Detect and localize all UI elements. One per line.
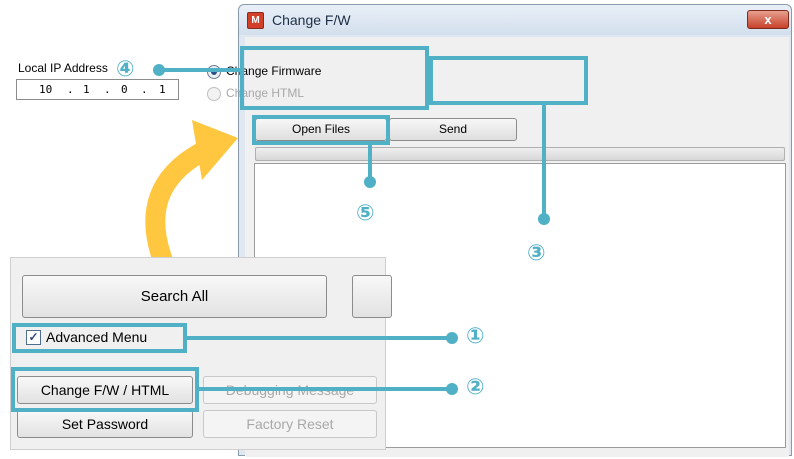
search-all-button[interactable]: Search All — [22, 275, 327, 318]
ip-octet-4: 1 — [159, 83, 166, 96]
local-ip-input[interactable]: 10 . 1 . 0 . 1 — [16, 79, 179, 100]
app-icon: M — [247, 12, 264, 29]
connector-dot-4 — [153, 64, 165, 76]
connector-dot-5 — [364, 176, 376, 188]
close-button[interactable]: x — [747, 10, 789, 29]
ip-octet-2: 1 — [83, 83, 90, 96]
local-ip-label: Local IP Address — [18, 61, 108, 75]
factory-reset-button[interactable]: Factory Reset — [203, 410, 377, 438]
window-title: Change F/W — [272, 12, 351, 28]
progress-bar — [255, 147, 785, 161]
marker-1: ① — [466, 324, 485, 349]
connector-2 — [199, 387, 452, 391]
connector-3 — [542, 104, 546, 217]
change-html-radio[interactable] — [207, 87, 221, 101]
send-button[interactable]: Send — [389, 118, 517, 141]
highlight-open-files — [252, 115, 390, 145]
highlight-radio-group — [429, 56, 588, 105]
highlight-advanced-menu — [12, 323, 187, 353]
ip-dot-3: . — [141, 83, 148, 96]
connector-dot-3 — [538, 213, 550, 225]
connector-dot-2 — [446, 383, 458, 395]
ip-octet-3: 0 — [121, 83, 128, 96]
highlight-local-ip — [240, 46, 429, 110]
connector-4 — [158, 68, 240, 72]
marker-4: ④ — [116, 57, 135, 82]
ip-octet-1: 10 — [39, 83, 53, 96]
marker-2: ② — [466, 375, 485, 400]
curved-arrow-icon — [145, 120, 238, 268]
highlight-change-fw — [11, 367, 199, 412]
title-bar[interactable]: M Change F/W x — [239, 5, 791, 35]
ip-dot-2: . — [104, 83, 111, 96]
partial-button[interactable] — [352, 275, 392, 318]
marker-3: ③ — [527, 241, 546, 266]
ip-dot-1: . — [67, 83, 74, 96]
set-password-button[interactable]: Set Password — [17, 410, 193, 438]
connector-dot-1 — [446, 332, 458, 344]
marker-5: ⑤ — [356, 201, 375, 226]
connector-1 — [187, 336, 452, 340]
